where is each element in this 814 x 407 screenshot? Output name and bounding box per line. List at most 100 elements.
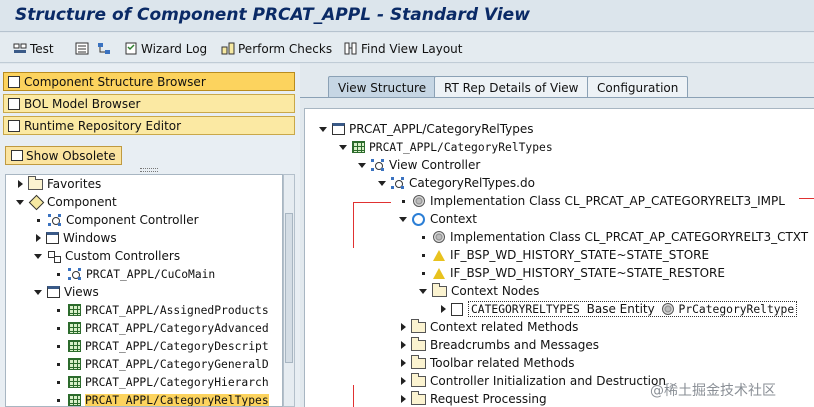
tab-view-structure[interactable]: View Structure — [328, 76, 437, 98]
bol-browser-icon — [8, 97, 20, 110]
perform-checks-button[interactable]: Perform Checks — [221, 40, 332, 57]
annotation-line — [353, 202, 391, 203]
expand-arrow-icon[interactable] — [18, 180, 23, 188]
expand-arrow-icon[interactable] — [401, 359, 406, 367]
views-icon — [47, 286, 60, 298]
folder-icon — [28, 175, 43, 190]
runtime-repository-editor-button[interactable]: Runtime Repository Editor — [3, 116, 295, 135]
tree-node-component-controller[interactable]: Component Controller — [34, 211, 199, 229]
structure-browser-icon — [8, 75, 20, 88]
collapse-arrow-icon[interactable] — [34, 253, 42, 259]
tree-node-view[interactable]: PRCAT_APPL/CategoryGeneralD — [54, 355, 269, 373]
bullet-icon — [57, 272, 60, 276]
splitter-handle[interactable] — [140, 168, 158, 172]
component-tree: Favorites Component Component Controller… — [5, 174, 283, 407]
controller-icon — [48, 214, 62, 226]
checks-icon — [221, 42, 235, 55]
tree-node-context[interactable]: Context — [399, 210, 477, 228]
tree-node-cucomain[interactable]: PRCAT_APPL/CuCoMain — [54, 265, 215, 283]
tree-node-context-nodes[interactable]: Context Nodes — [419, 282, 539, 300]
bullet-icon — [57, 326, 60, 330]
tab-rt-rep-details[interactable]: RT Rep Details of View — [434, 76, 589, 98]
collapse-arrow-icon[interactable] — [419, 288, 427, 294]
tree-node-view[interactable]: PRCAT_APPL/AssignedProducts — [54, 301, 269, 319]
list-icon — [75, 42, 89, 55]
collapse-arrow-icon[interactable] — [399, 216, 407, 222]
hierarchy-button[interactable] — [97, 40, 114, 57]
expand-arrow-icon[interactable] — [441, 305, 446, 313]
tree-label: PRCAT_APPL/CategoryRelTypes — [85, 393, 269, 407]
wizard-log-button[interactable]: Wizard Log — [124, 40, 207, 57]
tree-node-view[interactable]: PRCAT_APPL/CategoryAdvanced — [54, 319, 269, 337]
controller-icon — [391, 177, 405, 189]
scrollbar-thumb[interactable] — [285, 213, 293, 363]
tree-node-favorites[interactable]: Favorites — [16, 175, 101, 193]
tree-label: IF_BSP_WD_HISTORY_STATE~STATE_RESTORE — [450, 266, 725, 280]
folder-icon — [411, 372, 426, 387]
tree-label: PRCAT_APPL/CategoryHierarch — [85, 375, 269, 389]
tree-node-do-file[interactable]: CategoryRelTypes.do — [378, 174, 535, 192]
expand-arrow-icon[interactable] — [36, 234, 41, 242]
collapse-arrow-icon[interactable] — [16, 199, 24, 205]
expand-arrow-icon[interactable] — [401, 341, 406, 349]
entity-kind: Base Entity — [586, 302, 655, 316]
tree-node-view-selected[interactable]: PRCAT_APPL/CategoryRelTypes — [54, 391, 269, 407]
tree-label: Implementation Class CL_PRCAT_AP_CATEGOR… — [430, 194, 785, 208]
tree-node-state-restore[interactable]: IF_BSP_WD_HISTORY_STATE~STATE_RESTORE — [419, 264, 725, 282]
tree-node-root[interactable]: PRCAT_APPL/CategoryRelTypes — [319, 120, 534, 138]
test-button[interactable]: Test — [13, 40, 54, 57]
collapse-arrow-icon[interactable] — [319, 126, 327, 132]
tree-node-impl-class[interactable]: Implementation Class CL_PRCAT_AP_CATEGOR… — [399, 192, 785, 210]
tree-node-entity[interactable]: CATEGORYRELTYPES Base Entity PrCategoryR… — [439, 300, 798, 318]
collapse-arrow-icon[interactable] — [34, 289, 42, 295]
tree-node-view[interactable]: PRCAT_APPL/CategoryRelTypes — [339, 138, 553, 156]
expand-arrow-icon[interactable] — [401, 377, 406, 385]
tree-node-view[interactable]: PRCAT_APPL/CategoryDescript — [54, 337, 269, 355]
method-warning-icon — [433, 249, 445, 261]
controller-icon — [68, 268, 82, 280]
bullet-icon — [37, 218, 40, 222]
bullet-icon — [57, 380, 60, 384]
tree-label: PRCAT_APPL/CategoryRelTypes — [349, 122, 534, 136]
tree-node-toolbar-methods[interactable]: Toolbar related Methods — [399, 354, 575, 372]
tree-label: Request Processing — [430, 392, 547, 406]
collapse-arrow-icon[interactable] — [339, 144, 347, 150]
tree-node-context-methods[interactable]: Context related Methods — [399, 318, 578, 336]
tree-label: Context — [430, 212, 478, 226]
expand-arrow-icon[interactable] — [401, 323, 406, 331]
tree-node-request-processing[interactable]: Request Processing — [399, 390, 547, 407]
tree-label: Controller Initialization and Destructio… — [430, 374, 666, 388]
bullet-icon — [57, 398, 60, 402]
show-obsolete-button[interactable]: Show Obsolete — [5, 146, 122, 165]
expand-arrow-icon[interactable] — [401, 395, 406, 403]
tree-node-windows[interactable]: Windows — [34, 229, 117, 247]
tree-node-custom-controllers[interactable]: Custom Controllers — [34, 247, 180, 265]
tree-label: Component — [47, 195, 117, 209]
component-structure-browser-button[interactable]: Component Structure Browser — [3, 72, 295, 91]
tab-configuration[interactable]: Configuration — [587, 76, 689, 98]
tree-node-ctx-impl-class[interactable]: Implementation Class CL_PRCAT_AP_CATEGOR… — [419, 228, 808, 246]
tree-scrollbar[interactable] — [283, 174, 295, 407]
watermark: @稀土掘金技术社区 — [650, 383, 776, 399]
tree-node-view-controller[interactable]: View Controller — [358, 156, 480, 174]
tree-node-component[interactable]: Component — [16, 193, 117, 211]
tree-node-controller-init[interactable]: Controller Initialization and Destructio… — [399, 372, 666, 390]
list-button[interactable] — [75, 40, 92, 57]
tree-node-views[interactable]: Views — [34, 283, 99, 301]
view-icon — [352, 141, 365, 153]
find-layout-icon — [344, 42, 358, 55]
find-view-layout-button[interactable]: Find View Layout — [344, 40, 462, 57]
bol-model-browser-button[interactable]: BOL Model Browser — [3, 94, 295, 113]
tree-node-view[interactable]: PRCAT_APPL/CategoryHierarch — [54, 373, 269, 391]
tree-node-breadcrumbs[interactable]: Breadcrumbs and Messages — [399, 336, 599, 354]
tree-label: Breadcrumbs and Messages — [430, 338, 600, 352]
title-bar: Structure of Component PRCAT_APPL - Stan… — [0, 0, 814, 32]
window-icon — [46, 232, 59, 244]
view-icon — [68, 358, 81, 370]
collapse-arrow-icon[interactable] — [378, 180, 386, 186]
tree-label: PRCAT_APPL/CategoryAdvanced — [85, 321, 269, 335]
tree-node-state-store[interactable]: IF_BSP_WD_HISTORY_STATE~STATE_STORE — [419, 246, 709, 264]
collapse-arrow-icon[interactable] — [358, 162, 366, 168]
annotation-line — [353, 385, 354, 407]
hierarchy-icon — [97, 42, 111, 55]
